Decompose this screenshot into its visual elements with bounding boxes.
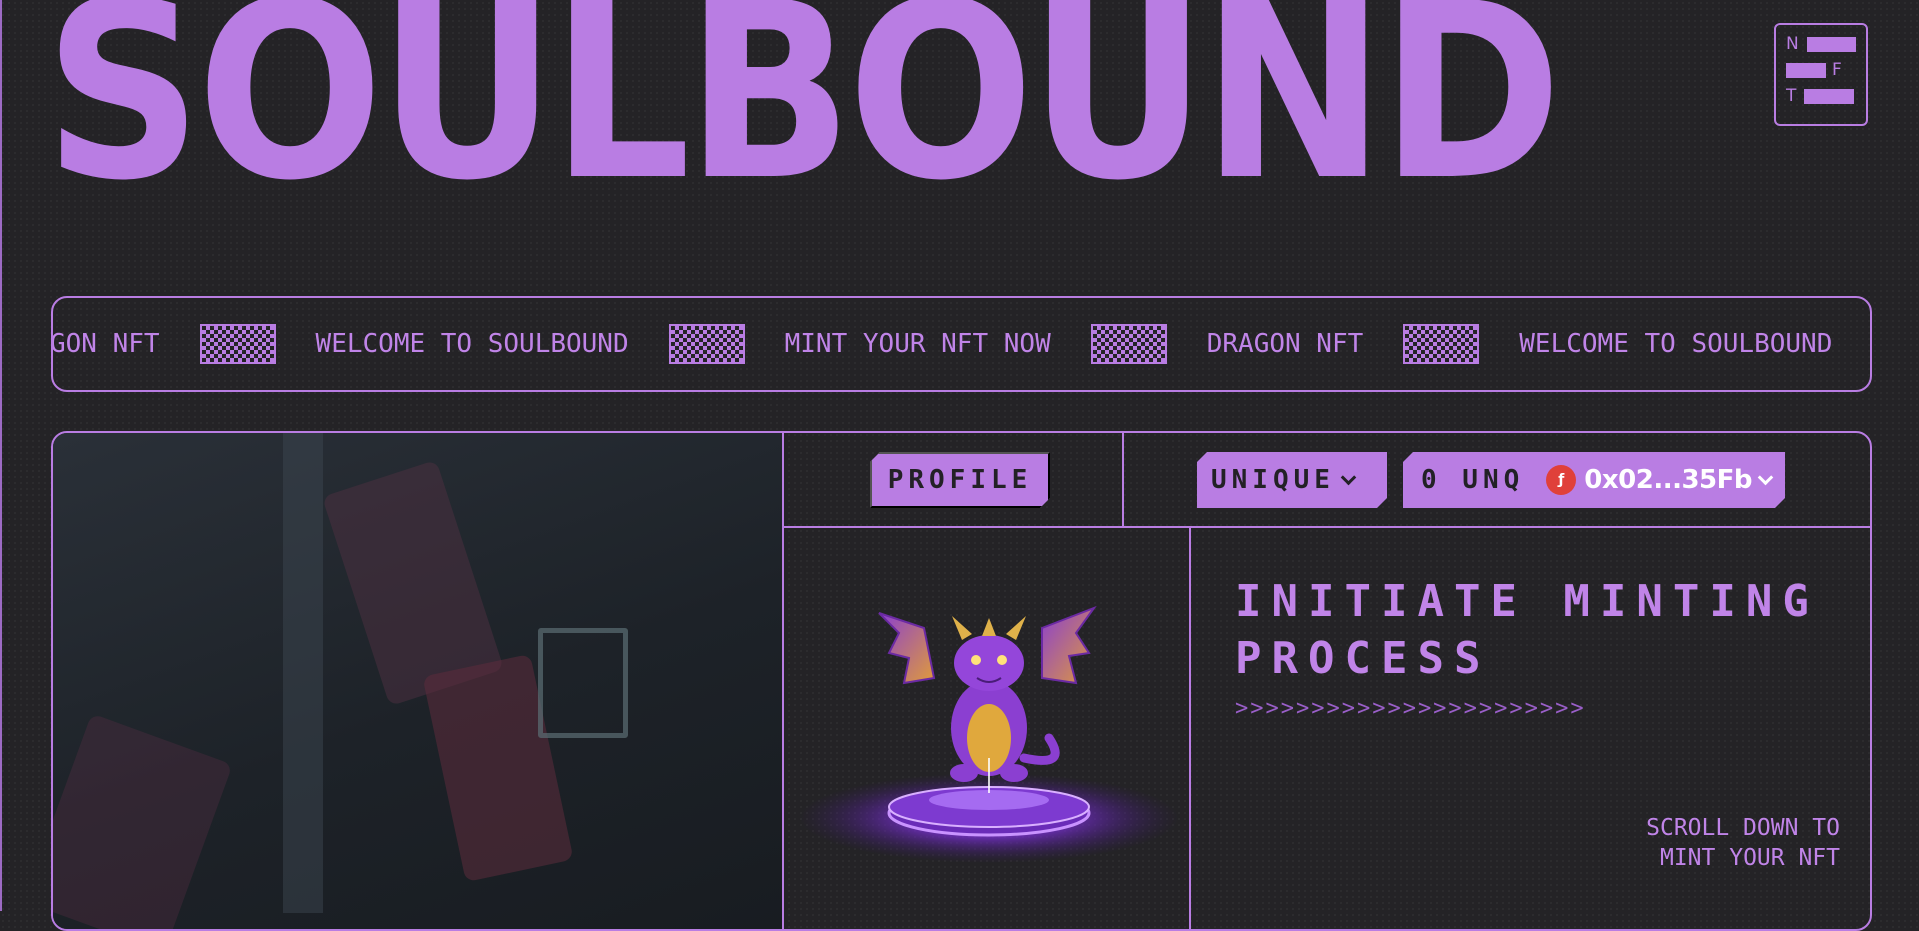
token-balance: 0 UNQ [1421, 465, 1525, 495]
ticker-item: DRAGON NFT [1206, 329, 1364, 359]
network-select-label: UNIQUE [1211, 465, 1335, 495]
arrows-decoration: >>>>>>>>>>>>>>>>>>>>>>> [1235, 696, 1586, 721]
nft-badge-letter-f: F [1832, 60, 1842, 80]
wallet-button[interactable]: 0 UNQ ƒ 0x02...35Fb [1403, 452, 1785, 508]
chevron-down-icon [1341, 469, 1357, 485]
ticker-item: WELCOME TO SOULBOUND [315, 329, 629, 359]
nft-badge-bar [1804, 88, 1855, 104]
network-select[interactable]: UNIQUE [1197, 452, 1387, 508]
photo-shape [283, 433, 323, 913]
ticker-item: MINT YOUR NFT NOW [784, 329, 1051, 359]
top-nav: PROFILE UNIQUE 0 UNQ ƒ 0x02...35Fb [784, 433, 1870, 528]
nft-badge-letter-n: N [1786, 34, 1799, 54]
nav-divider [1122, 433, 1124, 528]
nft-badge-bar [1786, 62, 1826, 78]
nft-badge-row-n: N [1786, 31, 1856, 57]
nft-badge-row-f: F [1786, 57, 1856, 83]
pixel-pattern-icon [1090, 324, 1167, 364]
photo-shape [538, 628, 628, 738]
pixel-pattern-icon [199, 324, 276, 364]
nft-badge-row-t: T [1786, 83, 1856, 109]
scroll-hint: SCROLL DOWN TO MINT YOUR NFT [1646, 815, 1840, 871]
red-coin-icon: ƒ [1546, 465, 1576, 495]
mint-info-cell: INITIATE MINTING PROCESS >>>>>>>>>>>>>>>… [1191, 528, 1870, 929]
nft-badge-bar [1806, 36, 1856, 52]
ticker-item: WELCOME TO SOULBOUND [1519, 329, 1833, 359]
background-photo [53, 433, 784, 929]
news-ticker: DRAGON NFT WELCOME TO SOULBOUND MINT YOU… [51, 296, 1872, 392]
ticker-item: DRAGON NFT [51, 329, 160, 359]
pixel-pattern-icon [1403, 324, 1480, 364]
wallet-address: 0x02...35Fb [1584, 465, 1753, 495]
profile-button[interactable]: PROFILE [870, 452, 1050, 508]
pixel-pattern-icon [668, 324, 745, 364]
main-panel: PROFILE UNIQUE 0 UNQ ƒ 0x02...35Fb INITI… [51, 431, 1872, 931]
chevron-down-icon [1758, 469, 1774, 485]
nft-badge-logo: N F T [1774, 23, 1868, 126]
dragon-nft-cell [784, 528, 1191, 929]
hero-title: SOULBOUND [44, 0, 1562, 234]
mint-title: INITIATE MINTING PROCESS [1235, 576, 1819, 684]
nft-badge-letter-t: T [1786, 86, 1797, 106]
dragon-nft-image [799, 605, 1179, 863]
ticker-track: DRAGON NFT WELCOME TO SOULBOUND MINT YOU… [51, 298, 1833, 390]
profile-button-label: PROFILE [887, 465, 1033, 495]
photo-shape [53, 713, 233, 929]
